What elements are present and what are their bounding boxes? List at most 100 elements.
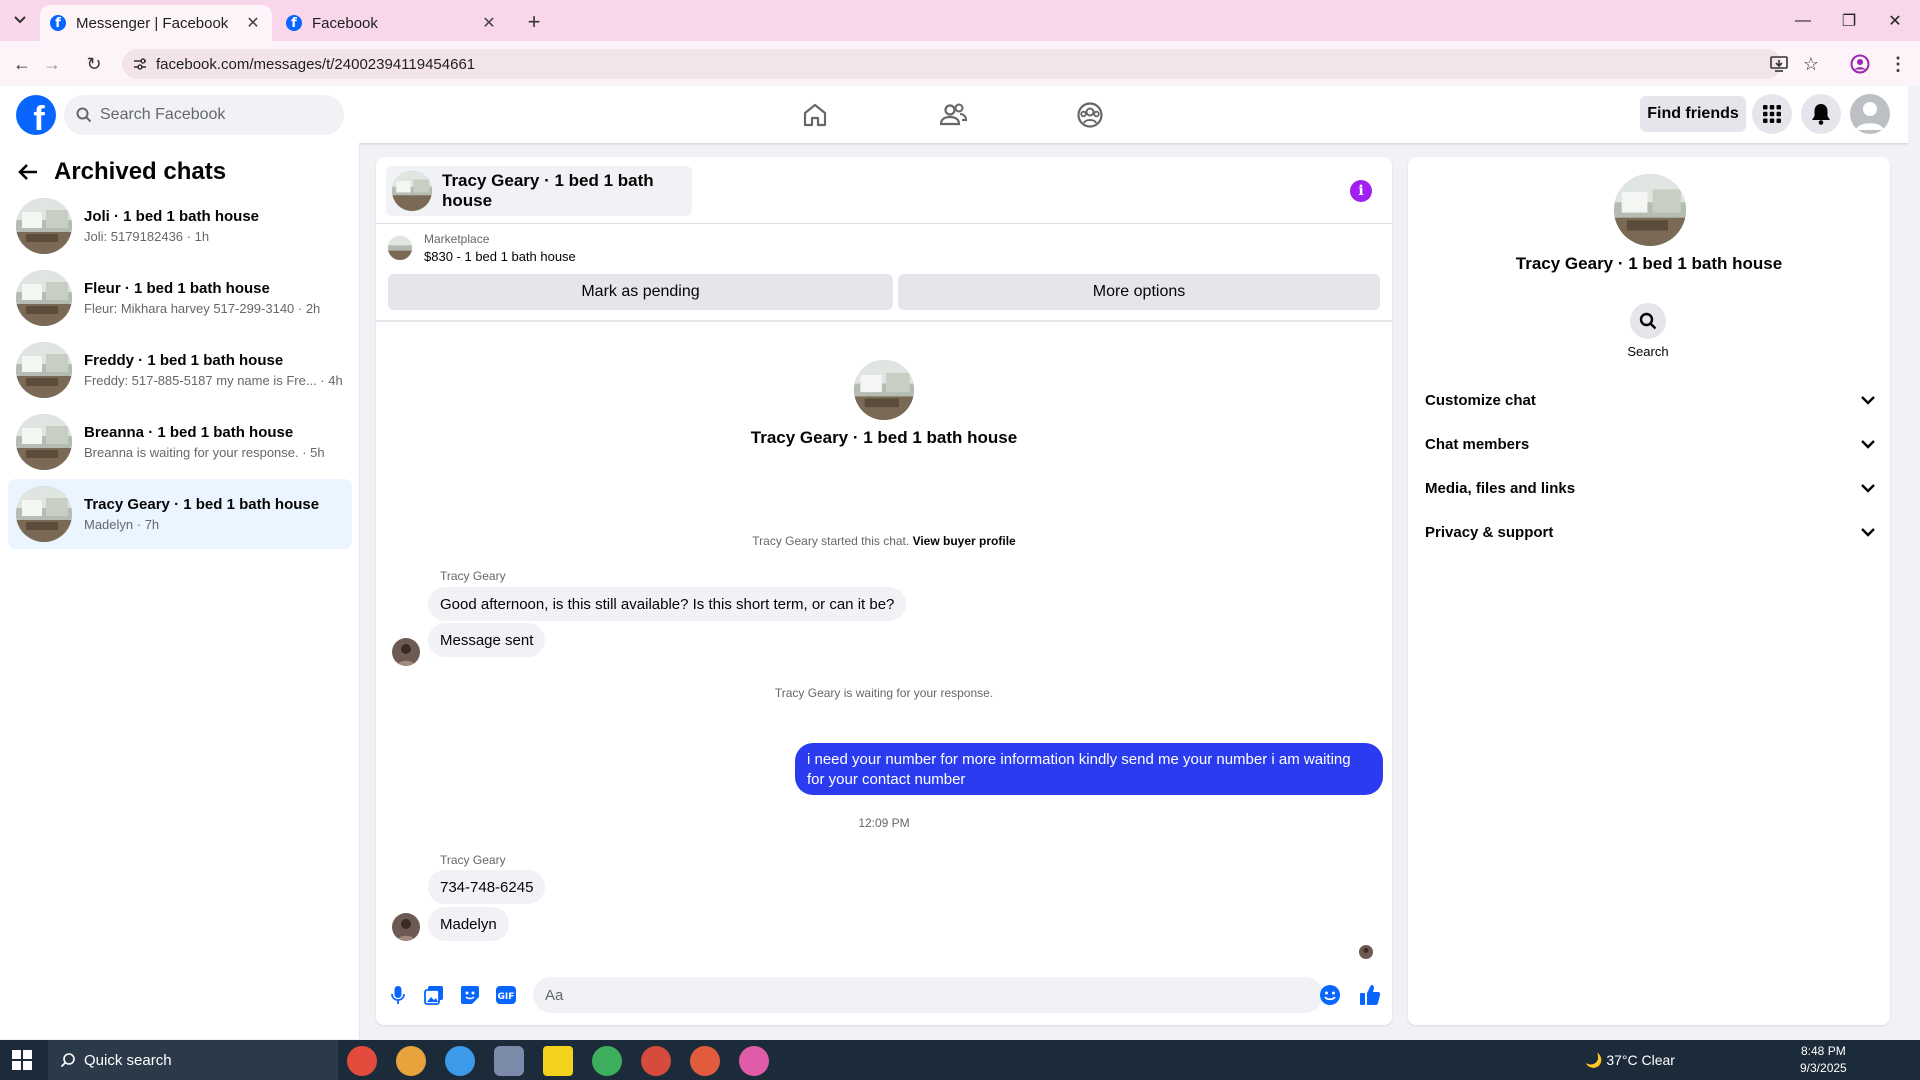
tab-facebook[interactable]: f Facebook ✕	[276, 5, 508, 41]
page-scrollbar[interactable]	[1908, 86, 1920, 1040]
restore-button[interactable]: ❐	[1826, 0, 1872, 41]
sticker-icon[interactable]	[457, 982, 483, 1008]
chat-name: Breanna · 1 bed 1 bath house	[84, 424, 294, 441]
sender-name: Tracy Geary	[440, 853, 506, 867]
section-label: Media, files and links	[1425, 479, 1576, 497]
chrome-app-icon[interactable]	[396, 1046, 426, 1076]
view-buyer-profile-link[interactable]: View buyer profile	[913, 534, 1016, 548]
search-in-conversation-button[interactable]	[1630, 303, 1666, 339]
conversation-avatar-large	[1614, 174, 1686, 246]
more-options-button[interactable]: More options	[898, 274, 1380, 310]
back-arrow-icon[interactable]	[18, 163, 38, 181]
chat-preview: Breanna is waiting for your response. · …	[84, 445, 325, 460]
marketplace-listing[interactable]: Marketplace $830 - 1 bed 1 bath house	[388, 232, 576, 264]
close-window-button[interactable]: ✕	[1872, 0, 1918, 41]
chrome-app-icon[interactable]	[347, 1046, 377, 1076]
find-friends-button[interactable]: Find friends	[1640, 96, 1746, 132]
chat-item-freddy[interactable]: Freddy · 1 bed 1 bath house Freddy: 517-8…	[8, 335, 352, 405]
browser-menu-icon[interactable]: ⋮	[1884, 50, 1912, 78]
chat-item-fleur[interactable]: Fleur · 1 bed 1 bath house Fleur: Mikhara…	[8, 263, 352, 333]
archived-chats-title: Archived chats	[54, 158, 227, 185]
chevron-down-icon	[1861, 483, 1875, 493]
conversation-header[interactable]: Tracy Geary · 1 bed 1 bath house	[386, 166, 692, 216]
install-app-icon[interactable]	[1765, 50, 1793, 78]
windows-start-icon[interactable]	[12, 1050, 32, 1070]
gif-icon[interactable]: GIF	[493, 982, 519, 1008]
facebook-search-input[interactable]: Search Facebook	[64, 95, 344, 135]
chat-item-breanna[interactable]: Breanna · 1 bed 1 bath house Breanna is w…	[8, 407, 352, 477]
chrome-app-icon[interactable]	[641, 1046, 671, 1076]
chat-preview: Joli: 5179182436 · 1h	[84, 229, 210, 244]
tab-search-dropdown-icon[interactable]	[8, 8, 32, 32]
sender-name: Tracy Geary	[440, 569, 506, 583]
taskbar-search-box[interactable]: Quick search	[48, 1040, 338, 1080]
search-placeholder: Search Facebook	[100, 106, 226, 123]
outgoing-message[interactable]: i need your number for more information …	[795, 743, 1383, 795]
details-name: Tracy Geary · 1 bed 1 bath house	[1515, 254, 1783, 273]
url-field[interactable]: facebook.com/messages/t/2400239411945466…	[122, 49, 1782, 79]
groups-icon[interactable]	[1070, 97, 1110, 133]
chrome-app-icon-active[interactable]	[739, 1046, 769, 1076]
back-icon[interactable]: ←	[8, 50, 36, 78]
menu-grid-icon[interactable]	[1752, 94, 1792, 134]
new-tab-button[interactable]: +	[520, 8, 548, 36]
home-icon[interactable]	[795, 97, 835, 133]
chrome-app-icon[interactable]	[445, 1046, 475, 1076]
privacy-support-section[interactable]: Privacy & support	[1425, 512, 1875, 552]
incoming-message[interactable]: Message sent	[428, 623, 546, 657]
sticky-notes-icon[interactable]	[543, 1046, 573, 1076]
listing-thumbnail	[16, 486, 72, 542]
forward-icon[interactable]: →	[38, 50, 66, 78]
chat-item-tracy-geary[interactable]: Tracy Geary · 1 bed 1 bath house Madelyn …	[8, 479, 352, 549]
facebook-favicon-icon: f	[286, 15, 302, 31]
reload-icon[interactable]: ↻	[80, 50, 108, 78]
chrome-app-icon[interactable]	[592, 1046, 622, 1076]
microphone-icon[interactable]	[385, 982, 411, 1008]
close-tab-icon[interactable]: ✕	[480, 14, 498, 32]
seen-indicator-avatar	[1359, 945, 1373, 959]
search-icon	[1639, 312, 1657, 330]
sender-avatar[interactable]	[392, 913, 420, 941]
bookmark-star-icon[interactable]: ☆	[1797, 50, 1825, 78]
tab-messenger[interactable]: f Messenger | Facebook ✕	[40, 5, 272, 41]
listing-title: $830 - 1 bed 1 bath house	[424, 249, 576, 264]
media-files-links-section[interactable]: Media, files and links	[1425, 468, 1875, 508]
conversation-avatar	[854, 360, 914, 420]
customize-chat-section[interactable]: Customize chat	[1425, 380, 1875, 420]
message-timestamp: 12:09 PM	[858, 816, 910, 830]
chevron-down-icon	[1861, 439, 1875, 449]
clock-time: 8:48 PM	[1801, 1044, 1846, 1058]
chrome-app-icon[interactable]	[690, 1046, 720, 1076]
account-avatar[interactable]	[1850, 94, 1890, 134]
facebook-logo-icon[interactable]: f	[16, 95, 56, 135]
incoming-message[interactable]: Good afternoon, is this still available?…	[428, 587, 907, 621]
mark-as-pending-button[interactable]: Mark as pending	[388, 274, 893, 310]
paint-app-icon[interactable]	[494, 1046, 524, 1076]
emoji-icon[interactable]	[1317, 982, 1343, 1008]
incoming-message[interactable]: 734-748-6245	[428, 870, 546, 904]
section-label: Chat members	[1425, 435, 1530, 453]
chat-members-section[interactable]: Chat members	[1425, 424, 1875, 464]
sender-avatar[interactable]	[392, 638, 420, 666]
conversation-info-icon[interactable]: i	[1350, 180, 1372, 202]
listing-thumbnail	[16, 414, 72, 470]
minimize-button[interactable]: —	[1780, 0, 1826, 41]
friends-icon[interactable]	[933, 97, 973, 133]
profile-icon[interactable]	[1846, 50, 1874, 78]
incoming-message[interactable]: Madelyn	[428, 907, 509, 941]
clock[interactable]: 8:48 PM 9/3/2025	[1800, 1043, 1847, 1077]
photo-attach-icon[interactable]	[421, 982, 447, 1008]
chat-item-joli[interactable]: Joli · 1 bed 1 bath house Joli: 517918243…	[8, 191, 352, 261]
close-tab-icon[interactable]: ✕	[244, 14, 262, 32]
url-text: facebook.com/messages/t/2400239411945466…	[156, 55, 476, 73]
chat-name: Freddy · 1 bed 1 bath house	[84, 352, 284, 369]
weather-widget[interactable]: 🌙 37°C Clear	[1585, 1052, 1675, 1069]
chat-started-notice: Tracy Geary started this chat. View buye…	[376, 534, 1392, 548]
section-label: Privacy & support	[1425, 523, 1554, 541]
divider	[376, 320, 1392, 322]
notifications-bell-icon[interactable]	[1801, 94, 1841, 134]
message-input[interactable]: Aa	[533, 977, 1323, 1013]
moon-icon: 🌙	[1585, 1052, 1603, 1068]
site-info-icon[interactable]	[132, 56, 148, 72]
like-thumbs-up-icon[interactable]	[1357, 982, 1383, 1008]
